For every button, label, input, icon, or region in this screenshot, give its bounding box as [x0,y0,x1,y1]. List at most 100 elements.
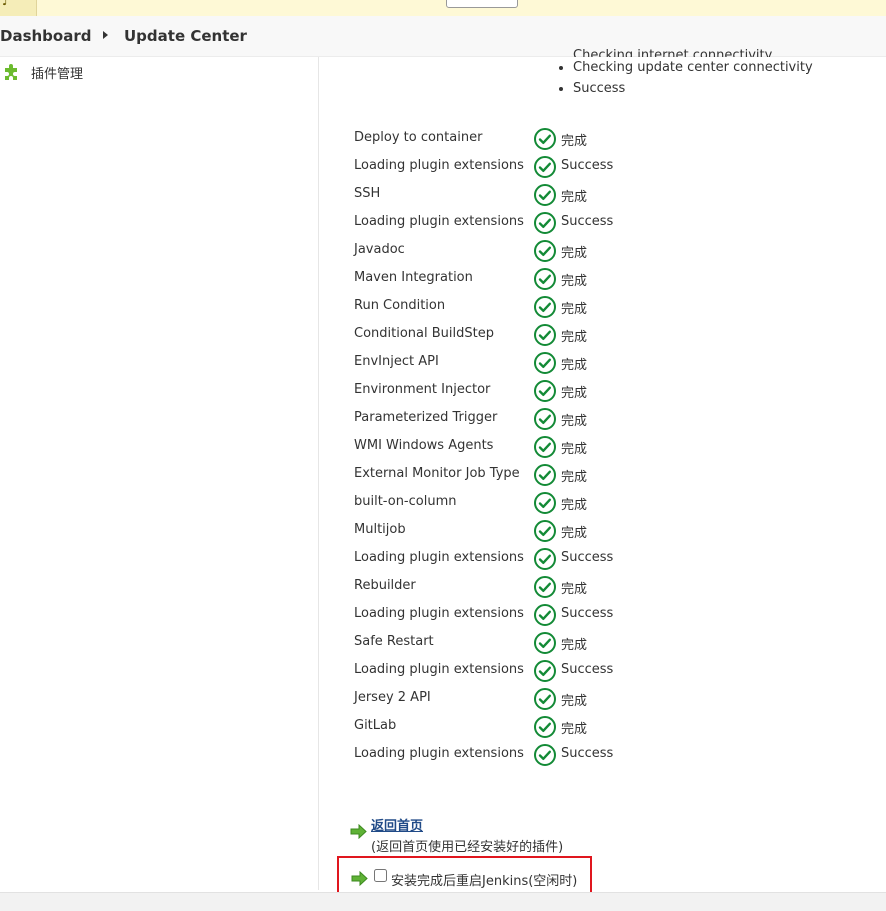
plugin-name: Loading plugin extensions [354,662,524,677]
check-circle-icon [534,744,556,766]
check-circle-icon [534,324,556,346]
plugin-name: External Monitor Job Type [354,466,520,481]
connectivity-check-list: Checking internet connectivity Checking … [555,48,813,99]
status-text: 完成 [561,442,588,457]
check-circle-icon [534,576,556,598]
status-row: Javadoc 完成 [354,236,774,264]
check-circle-icon [534,632,556,654]
plugin-name: Loading plugin extensions [354,746,524,761]
plugin-name: EnvInject API [354,354,439,369]
breadcrumb-dashboard[interactable]: Dashboard [0,27,91,45]
status-text: 完成 [561,414,588,429]
status-row: Run Condition 完成 [354,292,774,320]
restart-when-done-label[interactable]: 安装完成后重启Jenkins(空闲时) [391,870,577,889]
status-row: Maven Integration 完成 [354,264,774,292]
plugin-name: GitLab [354,718,397,733]
plugin-name: built-on-column [354,494,457,509]
check-circle-icon [534,380,556,402]
plugin-name: Run Condition [354,298,446,313]
status-row: Jersey 2 API 完成 [354,684,774,712]
plugin-name: Multijob [354,522,406,537]
status-text: Success [561,606,614,621]
check-circle-icon [534,604,556,626]
status-row: GitLab 完成 [354,712,774,740]
status-row: Conditional BuildStep 完成 [354,320,774,348]
status-row: Environment Injector 完成 [354,376,774,404]
status-text: 完成 [561,722,588,737]
check-circle-icon [534,128,556,150]
status-text: 完成 [561,246,588,261]
return-home-link[interactable]: 返回首页 [371,815,423,834]
status-text: 完成 [561,526,588,541]
status-text: 完成 [561,638,588,653]
plugin-name: Safe Restart [354,634,434,649]
notification-bar: ♪ [0,0,886,17]
status-row: Safe Restart 完成 [354,628,774,656]
status-text: 完成 [561,582,588,597]
check-circle-icon [534,548,556,570]
plugin-name: Rebuilder [354,578,416,593]
status-text: 完成 [561,302,588,317]
puzzle-piece-icon [5,64,17,80]
status-row: Loading plugin extensions Success [354,656,774,684]
status-text: 完成 [561,694,588,709]
check-circle-icon [534,688,556,710]
status-text: Success [561,214,614,229]
restart-when-done-checkbox[interactable] [374,869,387,882]
sidebar-item-label: 插件管理 [31,67,84,82]
plugin-name: SSH [354,186,381,201]
status-row: External Monitor Job Type 完成 [354,460,774,488]
status-row: Rebuilder 完成 [354,572,774,600]
status-row: Loading plugin extensions Success [354,152,774,180]
status-text: 完成 [561,274,588,289]
status-text: 完成 [561,330,588,345]
plugin-name: Loading plugin extensions [354,550,524,565]
status-row: EnvInject API 完成 [354,348,774,376]
plugin-name: Deploy to container [354,130,483,145]
plugin-name: Loading plugin extensions [354,606,524,621]
bell-icon: ♪ [2,0,10,8]
check-circle-icon [534,184,556,206]
status-row: Deploy to container 完成 [354,124,774,152]
status-row: Multijob 完成 [354,516,774,544]
check-circle-icon [534,268,556,290]
return-home-hint: (返回首页使用已经安装好的插件) [371,840,564,855]
breadcrumb-update-center[interactable]: Update Center [124,27,247,45]
status-text: 完成 [561,190,588,205]
check-circle-icon [534,492,556,514]
plugin-name: Conditional BuildStep [354,326,494,341]
status-row: Parameterized Trigger 完成 [354,404,774,432]
sidebar-item-plugin-manager[interactable]: 插件管理 [0,61,120,83]
check-circle-icon [534,296,556,318]
check-circle-icon [534,240,556,262]
check-circle-icon [534,660,556,682]
plugin-name: Loading plugin extensions [354,158,524,173]
notification-action-button[interactable] [446,0,518,8]
plugin-name: Maven Integration [354,270,473,285]
status-row: Loading plugin extensions Success [354,740,774,768]
list-item: Success [573,78,813,99]
plugin-name: Environment Injector [354,382,491,397]
breadcrumb-separator-icon[interactable] [103,31,108,39]
status-text: 完成 [561,498,588,513]
status-row: WMI Windows Agents 完成 [354,432,774,460]
status-text: 完成 [561,386,588,401]
page-footer [0,892,886,911]
status-row: Loading plugin extensions Success [354,208,774,236]
status-text: 完成 [561,358,588,373]
check-circle-icon [534,156,556,178]
status-row: built-on-column 完成 [354,488,774,516]
plugin-name: Javadoc [354,242,405,257]
arrow-right-icon [351,871,368,886]
status-text: 完成 [561,470,588,485]
check-circle-icon [534,464,556,486]
plugin-name: Parameterized Trigger [354,410,498,425]
check-circle-icon [534,352,556,374]
status-text: 完成 [561,134,588,149]
check-circle-icon [534,408,556,430]
arrow-right-icon [350,824,367,839]
check-circle-icon [534,520,556,542]
restart-option-highlight: 安装完成后重启Jenkins(空闲时) [337,856,592,894]
plugin-name: WMI Windows Agents [354,438,494,453]
status-row: Loading plugin extensions Success [354,600,774,628]
